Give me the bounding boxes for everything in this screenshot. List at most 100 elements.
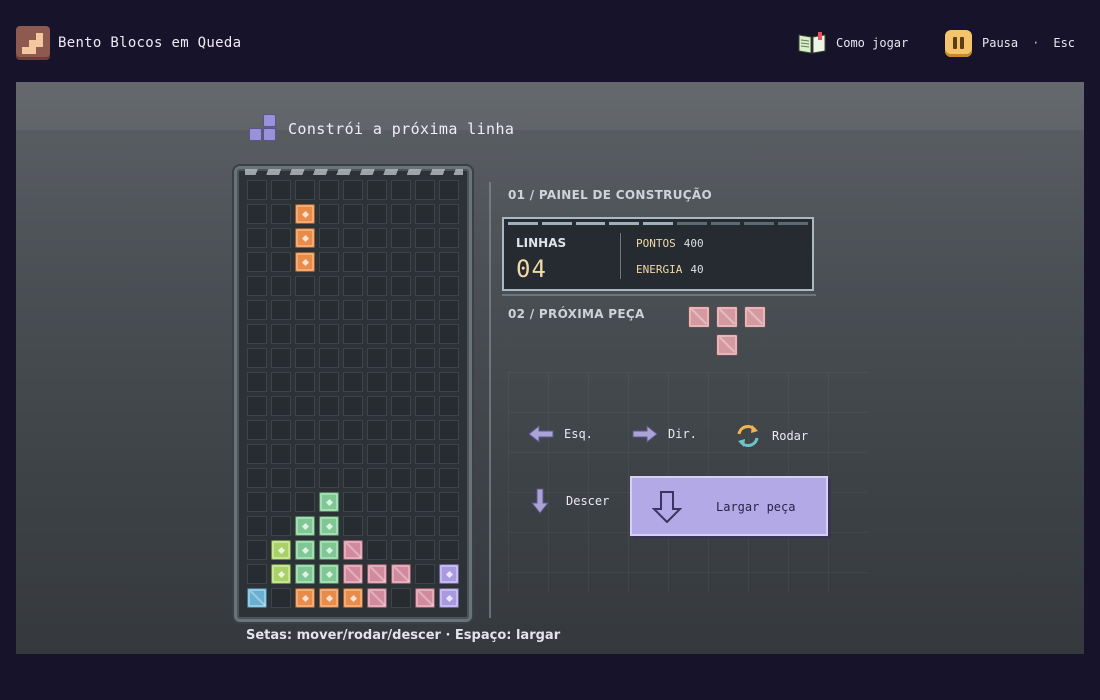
separator: ·: [1032, 36, 1040, 50]
board-block-green: [295, 564, 315, 584]
board-cell: [343, 204, 363, 224]
board-block-blue: [247, 588, 267, 608]
next-piece-block: [688, 306, 710, 328]
board-grid: [245, 178, 461, 610]
points-stat: PONTOS 400: [636, 237, 704, 250]
board-cell: [247, 492, 267, 512]
board-cell: [319, 252, 339, 272]
drop-piece-button[interactable]: Largar peça: [630, 476, 828, 536]
move-left-button[interactable]: Esq.: [528, 424, 593, 444]
board-cell: [271, 588, 291, 608]
board-cell: [415, 540, 435, 560]
move-right-label: Dir.: [668, 427, 697, 441]
how-to-play-button[interactable]: Como jogar: [798, 30, 908, 56]
pause-icon: [945, 29, 972, 57]
board-cell: [439, 516, 459, 536]
board-cell: [367, 492, 387, 512]
board-cell: [319, 348, 339, 368]
board-cell: [439, 252, 459, 272]
board-block-lime: [271, 564, 291, 584]
points-value: 400: [683, 237, 704, 250]
board-cell: [343, 516, 363, 536]
arrow-left-icon: [528, 424, 554, 444]
board-cell: [343, 228, 363, 248]
board-cell: [271, 300, 291, 320]
progress-segments: [508, 222, 809, 225]
board-cell: [271, 372, 291, 392]
pause-button[interactable]: Pausa · Esc: [945, 29, 1075, 57]
board-cell: [319, 396, 339, 416]
board-hazard-stripe: [245, 169, 463, 175]
board-cell: [343, 348, 363, 368]
board-cell: [319, 276, 339, 296]
board-block-orange: [295, 228, 315, 248]
board-block-pink: [367, 564, 387, 584]
board-cell: [415, 348, 435, 368]
board-cell: [415, 180, 435, 200]
board-cell: [247, 396, 267, 416]
arrow-down-icon: [530, 488, 550, 514]
board-cell: [247, 300, 267, 320]
board-cell: [247, 372, 267, 392]
board-cell: [415, 300, 435, 320]
board-cell: [319, 204, 339, 224]
panel-underline: [502, 294, 816, 296]
board-block-pink: [415, 588, 435, 608]
board-cell: [439, 228, 459, 248]
board-cell: [367, 228, 387, 248]
board-cell: [439, 204, 459, 224]
board-cell: [367, 204, 387, 224]
board-cell: [295, 420, 315, 440]
board-cell: [415, 420, 435, 440]
board-cell: [439, 396, 459, 416]
board-block-orange: [295, 204, 315, 224]
board-cell: [343, 420, 363, 440]
board-cell: [247, 540, 267, 560]
next-piece-block: [716, 306, 738, 328]
vertical-divider: [489, 182, 491, 618]
board-block-orange: [319, 588, 339, 608]
board-cell: [367, 180, 387, 200]
board-cell: [415, 516, 435, 536]
board-cell: [367, 540, 387, 560]
rotate-button[interactable]: Rodar: [734, 422, 808, 450]
board-cell: [391, 300, 411, 320]
board-cell: [247, 276, 267, 296]
board-cell: [439, 180, 459, 200]
board-cell: [343, 492, 363, 512]
board-block-lime: [271, 540, 291, 560]
board-cell: [415, 228, 435, 248]
app-logo-icon: [16, 26, 50, 60]
board-cell: [271, 396, 291, 416]
board-cell: [439, 300, 459, 320]
board-cell: [271, 180, 291, 200]
board-cell: [271, 324, 291, 344]
app-title: Bento Blocos em Queda: [58, 35, 242, 51]
board-cell: [391, 396, 411, 416]
board-block-green: [319, 564, 339, 584]
board-cell: [415, 276, 435, 296]
board-cell: [319, 228, 339, 248]
board-cell: [295, 324, 315, 344]
board-cell: [343, 372, 363, 392]
rotate-icon: [737, 425, 759, 447]
move-down-button[interactable]: Descer: [530, 488, 609, 514]
board-cell: [343, 300, 363, 320]
arrow-right-icon: [632, 424, 658, 444]
board-block-pink: [367, 588, 387, 608]
move-right-button[interactable]: Dir.: [632, 424, 697, 444]
board-cell: [367, 300, 387, 320]
board-cell: [439, 444, 459, 464]
board-block-green: [295, 516, 315, 536]
board-cell: [391, 204, 411, 224]
board-cell: [439, 348, 459, 368]
board-cell: [247, 324, 267, 344]
board-cell: [439, 468, 459, 488]
board-cell: [319, 468, 339, 488]
board-cell: [367, 276, 387, 296]
board-cell: [295, 348, 315, 368]
board-block-green: [319, 492, 339, 512]
game-board[interactable]: [234, 166, 472, 622]
board-cell: [439, 540, 459, 560]
board-cell: [271, 348, 291, 368]
